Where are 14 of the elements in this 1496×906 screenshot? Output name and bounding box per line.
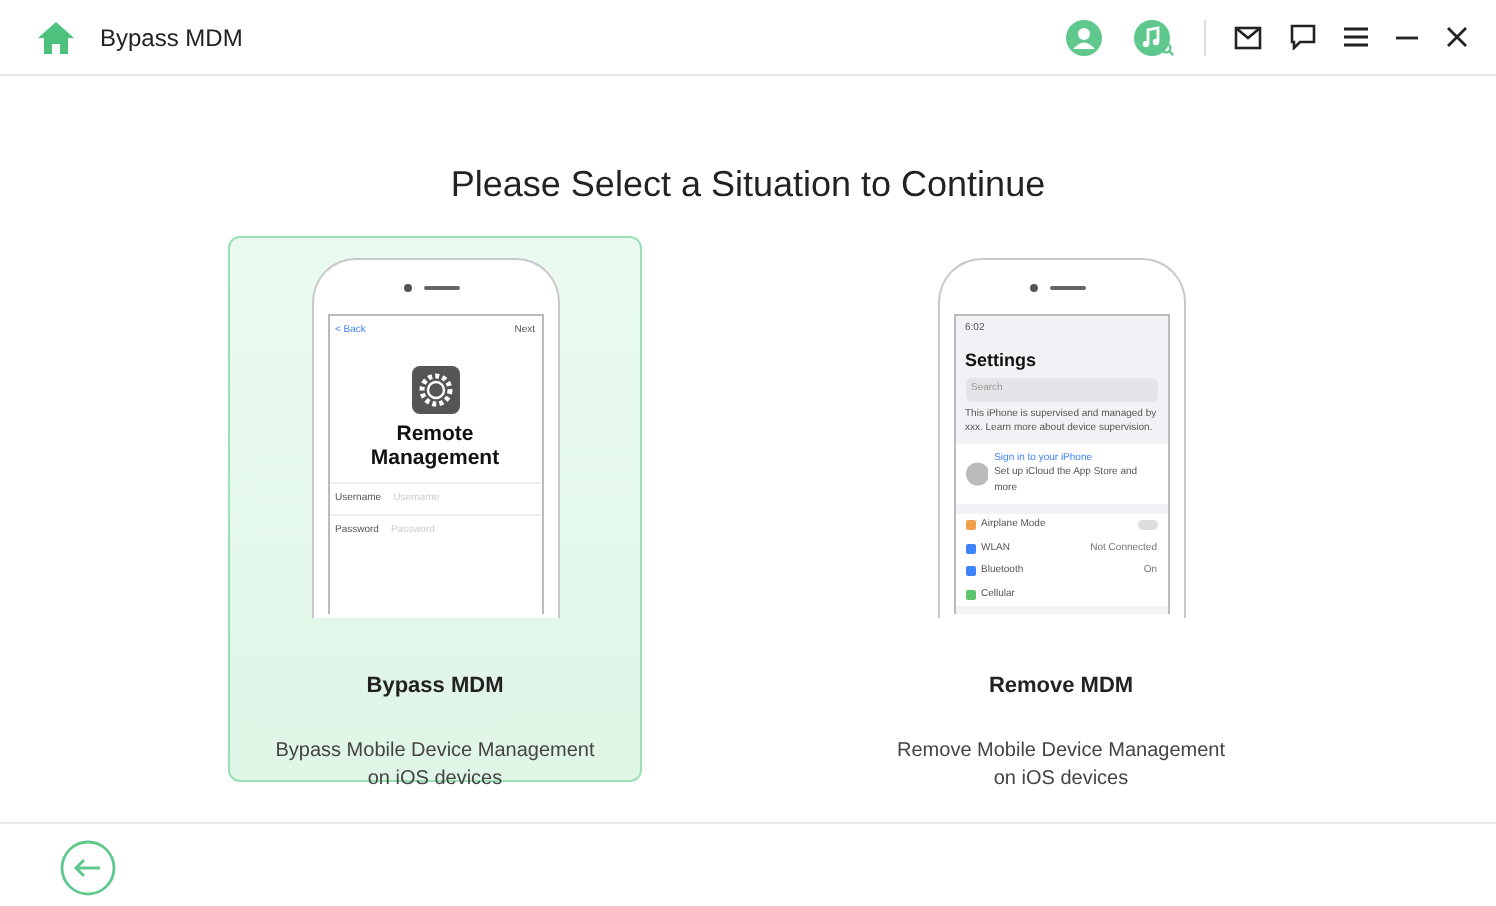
page-heading: Please Select a Situation to Continue: [448, 162, 1048, 208]
avatar-icon: [965, 461, 989, 486]
mail-icon[interactable]: [1234, 25, 1262, 49]
close-icon[interactable]: [1446, 26, 1468, 48]
option-title: Remove MDM: [986, 672, 1136, 702]
window-title: Bypass MDM: [100, 21, 243, 55]
menu-icon[interactable]: [1344, 26, 1368, 48]
gear-icon: [411, 365, 459, 413]
screen-heading: Settings: [965, 347, 1039, 374]
minimize-icon[interactable]: [1396, 35, 1418, 39]
feedback-icon[interactable]: [1290, 24, 1316, 50]
option-description: Remove Mobile Device Management on iOS devices: [895, 737, 1227, 793]
option-title: Bypass MDM: [364, 672, 506, 702]
screen-heading: Remote Management: [368, 421, 502, 469]
